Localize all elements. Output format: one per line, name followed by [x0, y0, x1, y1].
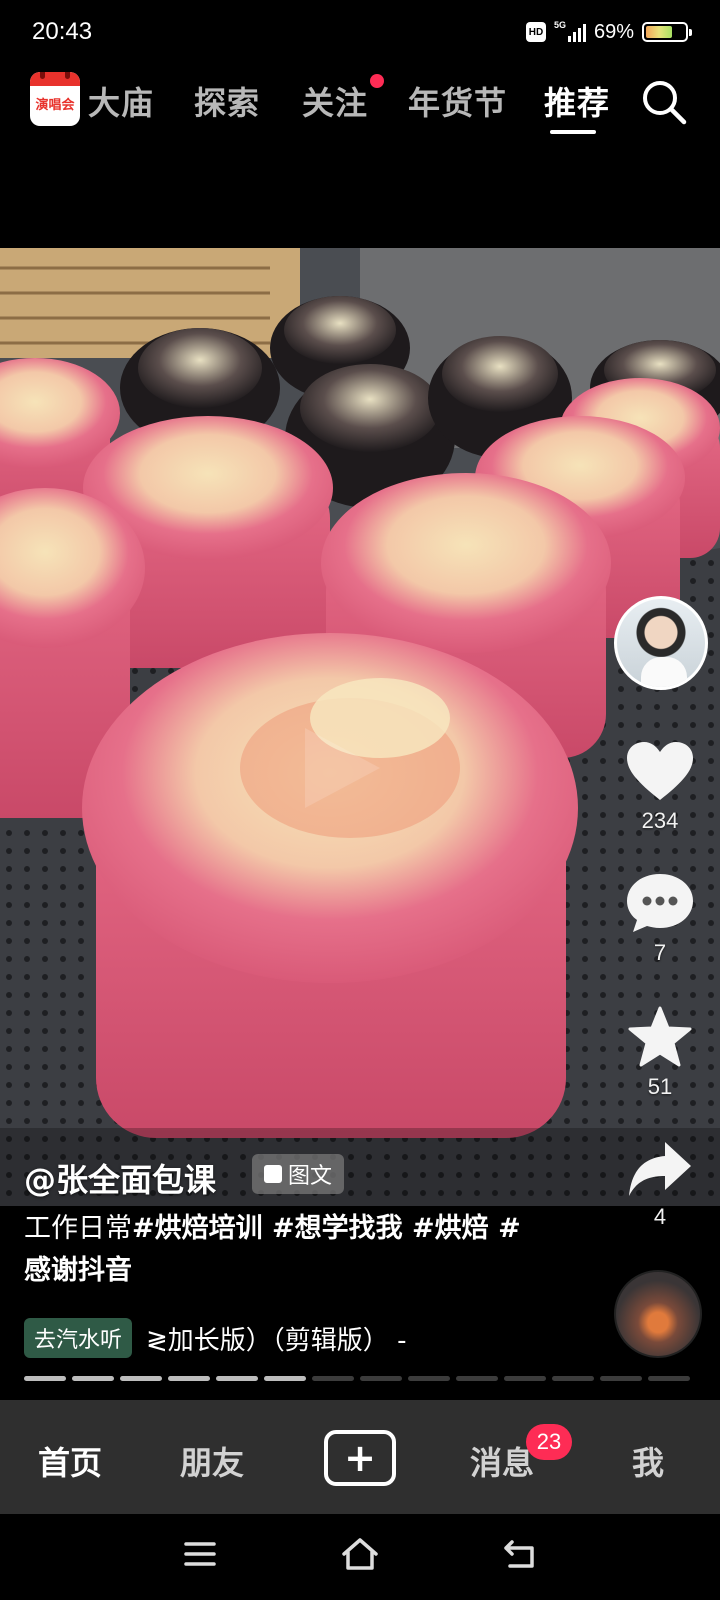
- progress-segment: [264, 1376, 306, 1381]
- system-navigation-bar: [0, 1514, 720, 1600]
- plus-icon: +: [344, 1436, 376, 1480]
- music-title[interactable]: ≷加长版）（剪辑版） -: [146, 1320, 406, 1357]
- music-row: 去汽水听 ≷加长版）（剪辑版） -: [24, 1318, 406, 1358]
- music-disc-icon[interactable]: [614, 1270, 702, 1358]
- battery-percent: 69%: [593, 20, 634, 43]
- post-type-tag: 图文: [252, 1154, 345, 1194]
- favorite-count: 51: [647, 1074, 673, 1099]
- tab-new-year-goods[interactable]: 年货节: [408, 78, 507, 124]
- status-bar: 20:43 HD 5G 69%: [0, 0, 720, 64]
- image-progress-bar: [24, 1376, 690, 1381]
- heart-icon: [627, 742, 693, 800]
- progress-segment: [216, 1376, 258, 1381]
- network-type: 5G: [553, 20, 566, 30]
- tab-friends[interactable]: 朋友: [180, 1438, 244, 1484]
- search-icon[interactable]: [640, 78, 688, 126]
- comment-count: 7: [653, 940, 667, 965]
- caption-text: 工作日常: [24, 1213, 132, 1244]
- progress-segment: [600, 1376, 642, 1381]
- hd-icon: HD: [525, 22, 546, 42]
- progress-segment: [120, 1376, 162, 1381]
- progress-segment: [72, 1376, 114, 1381]
- progress-segment: [168, 1376, 210, 1381]
- back-icon[interactable]: [502, 1536, 538, 1572]
- signal-icon: 5G: [553, 20, 586, 42]
- bottom-tab-bar: 首页 朋友 + 消息 23 我: [0, 1400, 720, 1514]
- battery-icon: [642, 22, 692, 42]
- share-arrow-icon: [629, 1142, 691, 1196]
- progress-segment: [456, 1376, 498, 1381]
- like-button[interactable]: 234: [620, 740, 700, 834]
- concert-calendar-icon[interactable]: 演唱会: [30, 72, 80, 126]
- like-count: 234: [641, 808, 679, 833]
- bakery-photo-illustration: [0, 248, 720, 1206]
- tab-explore[interactable]: 探索: [194, 78, 260, 124]
- share-button[interactable]: 4: [620, 1140, 700, 1230]
- status-time: 20:43: [32, 18, 93, 45]
- share-count: 4: [653, 1204, 667, 1229]
- tab-recommended[interactable]: 推荐: [544, 78, 610, 124]
- gallery-icon: [264, 1165, 282, 1183]
- progress-segment: [408, 1376, 450, 1381]
- progress-segment: [552, 1376, 594, 1381]
- author-avatar[interactable]: [614, 596, 708, 690]
- tab-following[interactable]: 关注: [302, 78, 368, 124]
- star-icon: [628, 1006, 692, 1067]
- status-indicators: HD 5G 69%: [525, 20, 692, 44]
- progress-segment: [24, 1376, 66, 1381]
- active-tab-underline: [550, 130, 596, 134]
- progress-segment: [648, 1376, 690, 1381]
- tab-messages[interactable]: 消息: [470, 1438, 534, 1484]
- create-post-button[interactable]: +: [324, 1430, 396, 1486]
- tab-me[interactable]: 我: [632, 1438, 664, 1484]
- following-notification-dot: [370, 74, 384, 88]
- tab-home[interactable]: 首页: [38, 1438, 102, 1484]
- open-music-button[interactable]: 去汽水听: [24, 1318, 133, 1358]
- author-name[interactable]: @张全面包课: [24, 1155, 216, 1201]
- messages-badge: 23: [526, 1424, 572, 1460]
- progress-segment: [312, 1376, 354, 1381]
- favorite-button[interactable]: 51: [620, 1006, 700, 1100]
- post-caption[interactable]: 工作日常#烘焙培训 #想学找我 #烘焙 #感谢抖音: [24, 1208, 524, 1292]
- top-nav: 演唱会 大庙 探索 关注 年货节 推荐: [0, 64, 720, 140]
- progress-segment: [504, 1376, 546, 1381]
- comment-button[interactable]: 7: [620, 872, 700, 966]
- home-icon[interactable]: [340, 1536, 380, 1572]
- menu-icon[interactable]: [182, 1536, 218, 1572]
- comment-icon: [627, 874, 693, 932]
- post-photo[interactable]: [0, 248, 720, 1206]
- post-type-label: 图文: [288, 1164, 333, 1189]
- concert-label: 演唱会: [35, 98, 75, 113]
- tab-damiao[interactable]: 大庙: [88, 78, 154, 124]
- progress-segment: [360, 1376, 402, 1381]
